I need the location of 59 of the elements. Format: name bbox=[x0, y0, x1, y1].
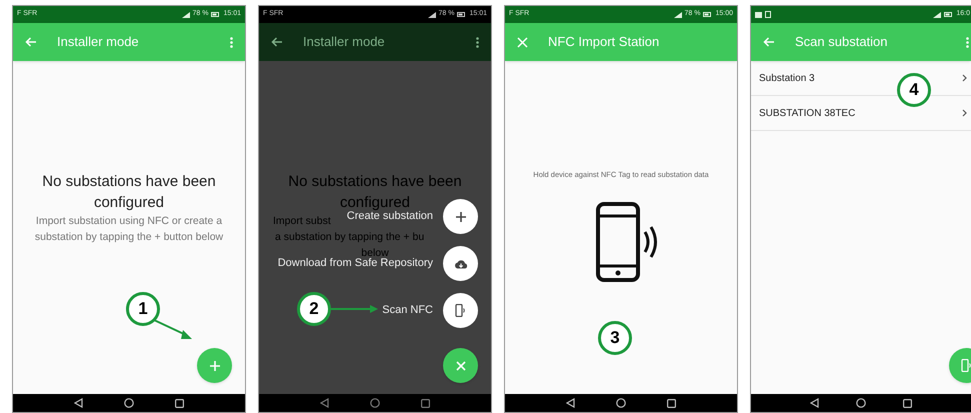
empty-state-title: No substations have been configured bbox=[41, 172, 217, 213]
home-circle-icon bbox=[124, 398, 134, 408]
more-menu-icon bbox=[230, 36, 233, 48]
recents-square-icon bbox=[903, 398, 912, 408]
empty-state-message: Import subst bbox=[273, 214, 331, 229]
signal-icon bbox=[428, 12, 436, 18]
empty-state-title: No substations have been configured bbox=[287, 172, 463, 211]
floating-action-button[interactable] bbox=[443, 348, 478, 383]
back-triangle-icon bbox=[74, 398, 83, 408]
speed-dial-button[interactable] bbox=[443, 199, 478, 234]
recents-square-icon bbox=[667, 398, 676, 408]
speed-dial-button[interactable] bbox=[443, 293, 478, 328]
screen-title: Scan substation bbox=[795, 33, 889, 52]
screen-title: NFC Import Station bbox=[548, 33, 660, 52]
nav-button[interactable] bbox=[271, 37, 283, 47]
recents-square-icon bbox=[175, 398, 184, 408]
home-circle-icon bbox=[856, 398, 866, 408]
chevron-right-icon bbox=[962, 74, 967, 82]
back-triangle-icon bbox=[320, 398, 329, 408]
home-circle-icon bbox=[370, 398, 380, 408]
battery-icon bbox=[703, 12, 712, 17]
home-circle-icon bbox=[616, 398, 626, 408]
screen-title: Installer mode bbox=[303, 33, 386, 52]
speed-dial-label: Create substation bbox=[346, 210, 433, 224]
speed-dial-button[interactable] bbox=[443, 246, 478, 281]
close-icon bbox=[517, 36, 528, 48]
back-triangle-icon bbox=[810, 398, 819, 408]
signal-icon bbox=[933, 12, 942, 18]
phone-nfc-icon bbox=[961, 359, 971, 372]
plus-icon bbox=[210, 360, 220, 370]
battery-icon bbox=[944, 12, 954, 17]
phone-nfc-icon bbox=[455, 304, 466, 317]
empty-state-message: Import substation using NFC or create a substation by tapping the + button below bbox=[34, 214, 224, 245]
empty-state-message: a substation by tapping the + bu bbox=[275, 230, 424, 245]
battery-icon bbox=[211, 12, 220, 17]
signal-icon bbox=[182, 12, 190, 18]
close-icon bbox=[456, 360, 466, 370]
empty-state-message: below bbox=[361, 246, 389, 259]
plus-icon bbox=[456, 212, 466, 222]
step-number-badge: 2 bbox=[297, 292, 331, 326]
step-number-badge: 1 bbox=[126, 292, 160, 326]
arrow bbox=[153, 319, 193, 341]
more-menu-icon bbox=[476, 36, 479, 48]
battery-icon bbox=[457, 12, 466, 17]
back-triangle-icon bbox=[566, 398, 575, 408]
speed-dial-label: Scan NFC bbox=[382, 303, 433, 318]
recents-square-icon bbox=[421, 398, 430, 408]
back-arrow-icon bbox=[25, 37, 37, 47]
step-number-badge: 4 bbox=[897, 73, 931, 107]
cloud-download-icon bbox=[454, 258, 468, 268]
more-menu-icon bbox=[966, 36, 969, 48]
screen-title: Installer mode bbox=[57, 33, 140, 52]
chevron-right-icon bbox=[962, 109, 967, 117]
back-arrow-icon bbox=[271, 37, 283, 47]
arrow bbox=[331, 304, 379, 314]
step-number-badge: 3 bbox=[598, 321, 632, 355]
speed-dial-label: Download from Safe Repository bbox=[278, 256, 433, 272]
back-arrow-icon bbox=[763, 37, 775, 47]
signal-icon bbox=[674, 12, 682, 18]
